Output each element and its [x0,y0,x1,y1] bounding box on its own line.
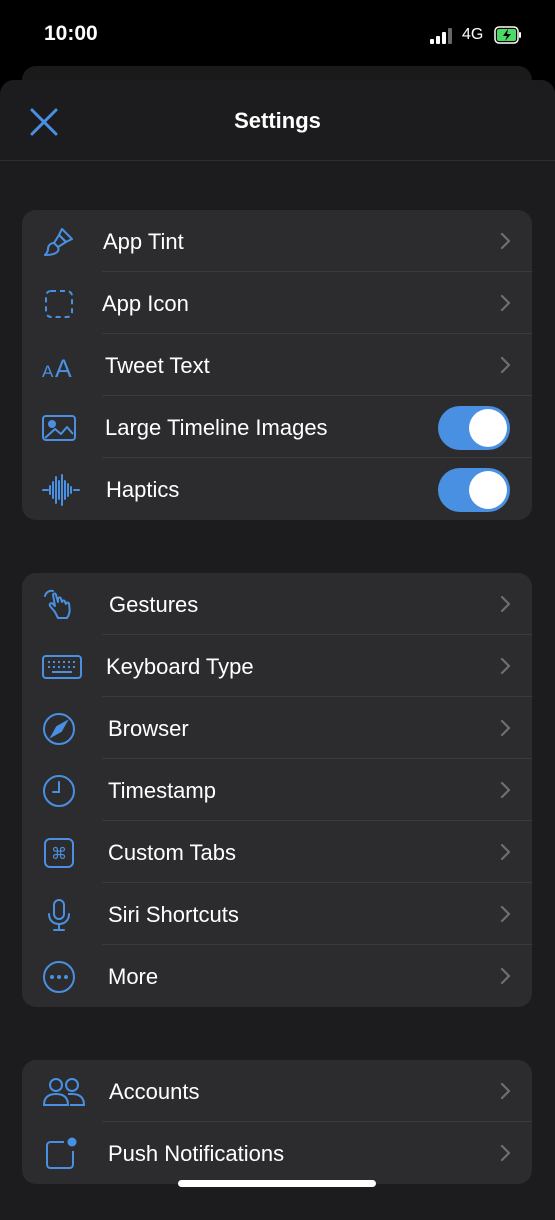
chevron-right-icon [500,843,512,861]
row-label: Browser [108,716,189,741]
row-label: App Tint [103,229,184,254]
notification-badge-icon [42,1137,77,1171]
row-label: Custom Tabs [108,840,236,865]
nav-bar: Settings [0,80,555,161]
chevron-right-icon [500,657,512,675]
svg-text:A: A [42,362,54,381]
svg-text:⌘: ⌘ [51,844,67,863]
svg-text:A: A [55,355,72,383]
text-size-icon: AA [42,349,76,383]
row-label: Timestamp [108,778,216,803]
command-icon: ⌘ [42,836,76,870]
row-label: More [108,964,159,989]
settings-sheet: Settings App Tint App Icon A A Tweet Tex… [0,80,555,1220]
row-more[interactable]: More [22,945,532,1007]
row-label: Siri Shortcuts [108,902,239,927]
row-label: Push Notifications [108,1141,285,1166]
chevron-right-icon [500,232,512,250]
home-indicator[interactable] [178,1180,376,1187]
chevron-right-icon [500,781,512,799]
row-keyboard-type[interactable]: Keyboard Type [22,635,532,697]
row-label: App Icon [102,291,189,316]
hand-tap-icon [42,588,76,622]
row-timestamp[interactable]: Timestamp [22,759,532,821]
row-browser[interactable]: Browser [22,697,532,759]
row-tweet-text[interactable]: AA Tweet Text [22,334,532,396]
row-large-timeline-images: Large Timeline Images [22,396,532,458]
battery-charging-icon [494,26,522,44]
chevron-right-icon [500,905,512,923]
row-label: Accounts [109,1079,200,1104]
chevron-right-icon [500,967,512,985]
chevron-right-icon [500,294,512,312]
row-push-notifications[interactable]: Push Notifications [22,1122,532,1184]
row-gestures[interactable]: Gestures [22,573,532,635]
clock-icon [42,774,76,808]
ellipsis-circle-icon [42,960,76,994]
people-icon [42,1075,86,1109]
chevron-right-icon [500,1144,512,1162]
row-haptics: Haptics [22,458,532,520]
row-label: Large Timeline Images [105,415,328,440]
app-icon-outline-icon [42,287,76,321]
chevron-right-icon [500,719,512,737]
waveform-icon [42,473,80,507]
microphone-icon [42,898,76,932]
chevron-right-icon [500,595,512,613]
chevron-right-icon [500,1082,512,1100]
settings-group-appearance: App Tint App Icon AA Tweet Text Large Ti… [22,210,532,520]
row-siri-shortcuts[interactable]: Siri Shortcuts [22,883,532,945]
page-title: Settings [234,108,321,133]
large-images-toggle[interactable] [438,406,510,450]
compass-icon [42,712,76,746]
settings-group-behavior: Gestures Keyboard Type Browser Timestamp… [22,573,532,1007]
row-label: Keyboard Type [106,654,254,679]
signal-strength-icon [430,28,454,44]
status-bar: 10:00 4G [0,0,555,70]
row-app-tint[interactable]: App Tint [22,210,532,272]
row-custom-tabs[interactable]: ⌘ Custom Tabs [22,821,532,883]
row-label: Tweet Text [105,353,210,378]
photo-icon [42,411,76,445]
chevron-right-icon [500,356,512,374]
row-accounts[interactable]: Accounts [22,1060,532,1122]
row-label: Haptics [106,477,180,502]
status-time: 10:00 [44,22,98,45]
haptics-toggle[interactable] [438,468,510,512]
keyboard-icon [42,650,82,684]
row-label: Gestures [109,592,199,617]
row-app-icon[interactable]: App Icon [22,272,532,334]
network-type: 4G [462,26,484,43]
paintbrush-icon [42,225,76,259]
settings-group-accounts: Accounts Push Notifications [22,1060,532,1184]
